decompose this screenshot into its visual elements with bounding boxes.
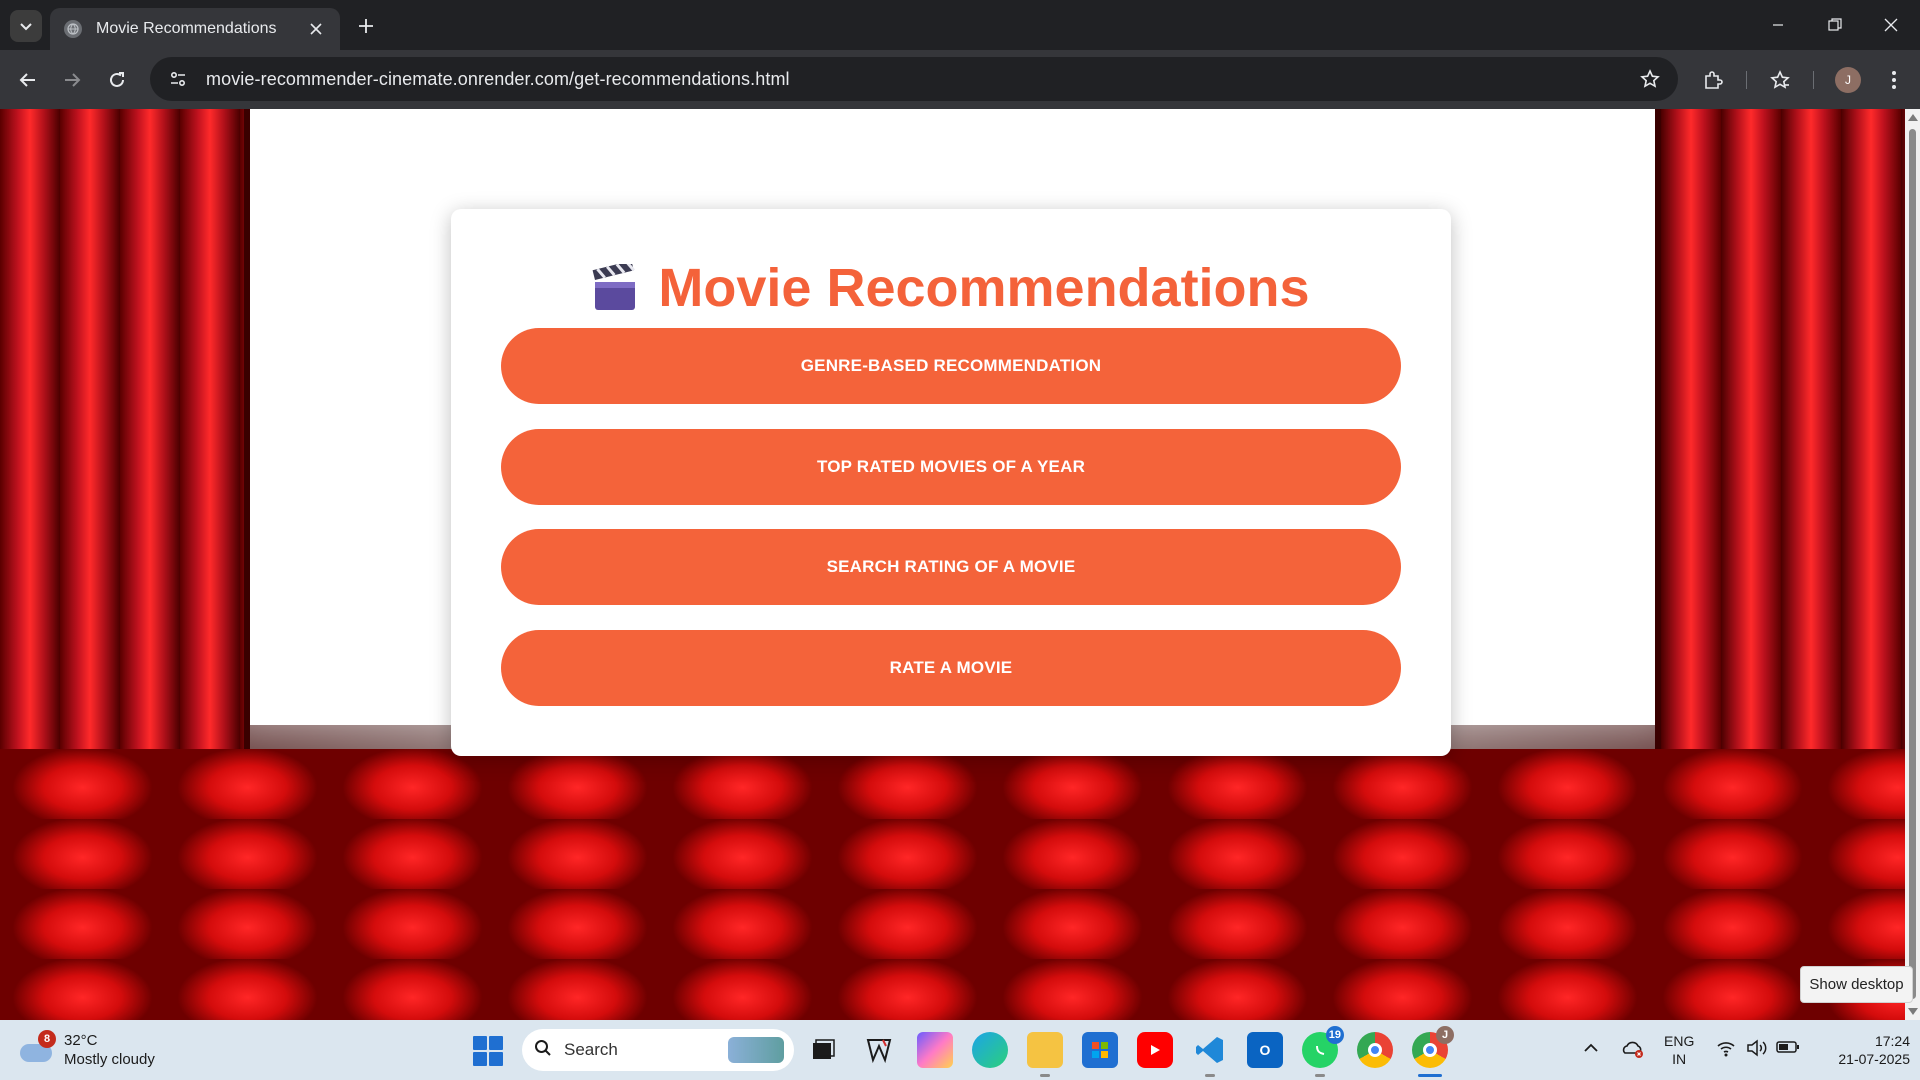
genre-based-recommendation-button[interactable]: GENRE-BASED RECOMMENDATION [501, 328, 1401, 404]
close-tab-icon[interactable] [306, 19, 326, 39]
scroll-thumb[interactable] [1909, 129, 1916, 999]
clock-date: 21-07-2025 [1838, 1051, 1910, 1067]
extensions-puzzle-icon[interactable] [1697, 64, 1729, 96]
task-view-icon[interactable] [805, 1032, 841, 1068]
globe-icon [64, 20, 82, 38]
url-text[interactable]: movie-recommender-cinemate.onrender.com/… [206, 69, 790, 90]
show-desktop-tooltip: Show desktop [1800, 966, 1913, 1003]
tab-title: Movie Recommendations [96, 20, 277, 37]
profile-avatar[interactable]: J [1835, 67, 1861, 93]
page-scrollbar[interactable] [1905, 109, 1920, 1020]
new-tab-plus-icon[interactable] [352, 12, 380, 40]
scroll-up-arrow-icon[interactable] [1908, 114, 1918, 121]
forward-arrow-icon[interactable] [56, 64, 88, 96]
clapperboard-icon [592, 260, 638, 325]
file-explorer-icon[interactable] [1027, 1032, 1063, 1077]
chrome-icon[interactable] [1357, 1032, 1393, 1068]
weather-condition: Mostly cloudy [64, 1051, 155, 1068]
restore-icon[interactable] [1806, 0, 1864, 50]
language-indicator[interactable]: ENG IN [1664, 1032, 1694, 1068]
edge-browser-icon[interactable] [972, 1032, 1008, 1068]
theater-seats [0, 749, 1905, 1020]
wifi-icon[interactable] [1716, 1039, 1736, 1057]
top-rated-movies-button[interactable]: TOP RATED MOVIES OF A YEAR [501, 429, 1401, 505]
address-bar[interactable]: movie-recommender-cinemate.onrender.com/… [150, 57, 1678, 101]
tab-bar: Movie Recommendations [0, 0, 1920, 50]
active-tab[interactable]: Movie Recommendations [50, 8, 340, 50]
onedrive-error-icon[interactable] [1621, 1039, 1645, 1059]
clock-time: 17:24 [1874, 1033, 1910, 1049]
toolbar-divider [1746, 71, 1747, 89]
windows-taskbar: 8 32°C Mostly cloudy Search O 19 J ENG I… [0, 1020, 1920, 1080]
volume-icon[interactable] [1746, 1039, 1768, 1057]
tab-search-chevron-icon[interactable] [10, 10, 42, 42]
copilot-icon[interactable] [917, 1032, 953, 1068]
vscode-icon[interactable] [1192, 1032, 1228, 1077]
whatsapp-icon[interactable]: 19 [1302, 1026, 1344, 1077]
youtube-icon[interactable] [1137, 1032, 1173, 1068]
page-viewport: Movie Recommendations GENRE-BASED RECOMM… [0, 109, 1905, 1020]
battery-icon[interactable] [1776, 1040, 1800, 1054]
bookmark-star-icon[interactable] [1638, 67, 1662, 91]
kebab-menu-icon[interactable] [1878, 64, 1910, 96]
browser-toolbar: movie-recommender-cinemate.onrender.com/… [0, 50, 1920, 109]
chrome-profile-badge: J [1436, 1026, 1454, 1044]
reload-icon[interactable] [101, 64, 133, 96]
search-highlight-image [728, 1037, 784, 1063]
taskbar-search-box[interactable]: Search [522, 1029, 794, 1071]
page-title: Movie Recommendations [451, 257, 1451, 325]
snipping-tool-icon[interactable] [861, 1032, 897, 1068]
whatsapp-badge: 19 [1325, 1026, 1344, 1044]
chrome-profile-icon[interactable]: J [1412, 1026, 1454, 1077]
recommendations-card: Movie Recommendations GENRE-BASED RECOMM… [451, 209, 1451, 756]
page-title-text: Movie Recommendations [658, 258, 1310, 318]
rate-a-movie-button[interactable]: RATE A MOVIE [501, 630, 1401, 706]
toolbar-divider [1813, 71, 1814, 89]
search-rating-button[interactable]: SEARCH RATING OF A MOVIE [501, 529, 1401, 605]
favorites-star-icon[interactable] [1764, 64, 1796, 96]
weather-badge: 8 [38, 1030, 56, 1048]
search-placeholder: Search [564, 1040, 618, 1059]
temperature: 32°C [64, 1032, 98, 1049]
back-arrow-icon[interactable] [12, 64, 44, 96]
weather-widget[interactable]: 8 32°C Mostly cloudy [20, 1028, 155, 1072]
chevron-up-icon[interactable] [1583, 1040, 1599, 1056]
windows-start-icon[interactable] [473, 1036, 503, 1066]
outlook-icon[interactable]: O [1247, 1032, 1283, 1068]
site-info-tune-icon[interactable] [166, 67, 190, 91]
scroll-down-arrow-icon[interactable] [1908, 1008, 1918, 1015]
minimize-icon[interactable] [1749, 0, 1807, 50]
system-clock[interactable]: 17:24 21-07-2025 [1814, 1032, 1910, 1068]
close-window-icon[interactable] [1862, 0, 1920, 50]
search-icon [534, 1039, 552, 1062]
cloud-icon: 8 [20, 1030, 56, 1062]
microsoft-store-icon[interactable] [1082, 1032, 1118, 1068]
